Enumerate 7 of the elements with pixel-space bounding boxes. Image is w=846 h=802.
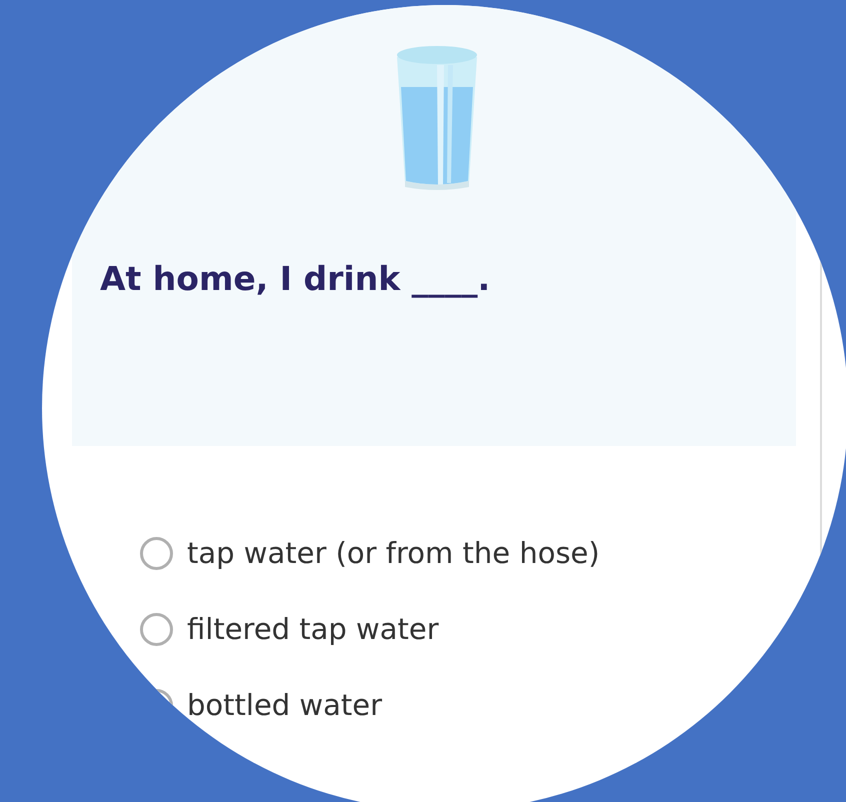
question-text: At home, I drink ____. <box>100 259 492 298</box>
water-glass-icon <box>395 45 479 191</box>
radio-button[interactable] <box>140 536 173 570</box>
radio-button[interactable] <box>140 612 173 646</box>
option-label[interactable]: bottled water <box>187 688 382 722</box>
option-label[interactable]: tap water (or from the hose) <box>187 536 600 570</box>
option-label[interactable]: filtered tap water <box>187 612 439 646</box>
